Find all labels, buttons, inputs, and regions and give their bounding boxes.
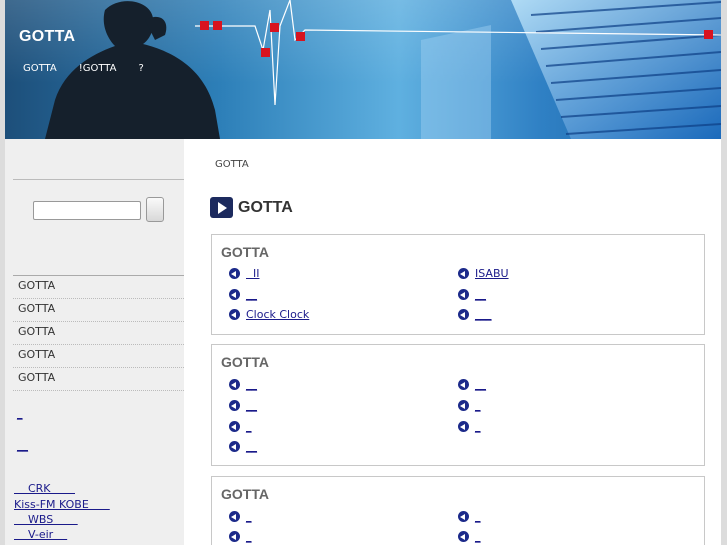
arrow-left-icon [229,421,240,432]
search-button[interactable] [146,197,164,222]
link-item[interactable]: II [229,267,259,280]
header-nav: GOTTA !GOTTA ? [23,63,144,74]
sidebar-small-link[interactable]: _ [17,407,23,420]
link-text[interactable]: __ [246,399,257,412]
page-title: GOTTA [238,198,293,216]
link-item[interactable]: __ [458,288,486,301]
link-text[interactable]: ISABU [475,267,509,280]
arrow-left-icon [229,400,240,411]
nav-item-help[interactable]: ? [138,63,143,74]
link-item[interactable]: _ [458,510,481,523]
link-text[interactable]: __ [246,378,257,391]
link-section: GOTTA II __ Clock Clock ISABU __ ___ [211,234,705,335]
arrow-left-icon [458,421,469,432]
link-item[interactable]: _ [458,420,481,433]
page-heading: GOTTA [210,197,293,218]
arrow-left-icon [229,289,240,300]
arrow-left-icon [458,379,469,390]
link-item[interactable]: ___ [458,308,492,321]
link-text[interactable]: __ [475,378,486,391]
play-icon [210,197,233,218]
link-text[interactable]: _ [246,420,252,433]
link-item[interactable]: Clock Clock [229,308,309,321]
link-item[interactable]: _ [229,420,252,433]
sidebar-small-link[interactable]: __ [17,439,28,452]
link-text[interactable]: _ [475,510,481,523]
arrow-left-icon [458,289,469,300]
arrow-left-icon [458,309,469,320]
link-item[interactable]: __ [229,440,257,453]
link-text[interactable]: _ [246,510,252,523]
sidebar-item[interactable]: GOTTA [13,345,184,368]
arrow-left-icon [229,268,240,279]
radio-link[interactable]: CRK [14,482,75,495]
breadcrumb[interactable]: GOTTA [215,159,249,170]
section-title: GOTTA [221,244,269,260]
link-text[interactable]: __ [246,440,257,453]
right-border [721,0,727,545]
site-title[interactable]: GOTTA [19,28,75,46]
nav-item-about[interactable]: !GOTTA [79,63,117,74]
arrow-left-icon [229,531,240,542]
link-section: GOTTA _ _ _ _ [211,476,705,545]
sidebar-item[interactable]: GOTTA [13,368,184,391]
arrow-left-icon [458,531,469,542]
link-item[interactable]: __ [229,378,257,391]
link-item[interactable]: __ [229,288,257,301]
link-text[interactable]: _ [475,530,481,543]
link-text[interactable]: _ [246,530,252,543]
link-item[interactable]: _ [458,399,481,412]
link-text[interactable]: _ [475,420,481,433]
main-content: GOTTA GOTTA GOTTA II __ Clock Clock ISAB… [184,139,721,545]
search-input[interactable] [33,201,141,220]
sidebar-divider [13,179,184,180]
link-section: GOTTA __ __ _ __ __ _ _ [211,344,705,466]
arrow-left-icon [229,511,240,522]
arrow-left-icon [229,379,240,390]
nav-item-home[interactable]: GOTTA [23,63,57,74]
link-item[interactable]: _ [229,530,252,543]
page-frame: GOTTA GOTTA !GOTTA ? GOTTA GOTTA GOTTA G… [0,0,727,545]
link-item[interactable]: ISABU [458,267,509,280]
link-text[interactable]: _ [475,399,481,412]
link-item[interactable]: _ [229,510,252,523]
link-text[interactable]: II [246,267,260,280]
sidebar-item[interactable]: GOTTA [13,299,184,322]
link-text[interactable]: Clock Clock [246,308,309,321]
section-title: GOTTA [221,486,269,502]
radio-link[interactable]: Kiss-FM KOBE [14,498,110,511]
sidebar: GOTTA GOTTA GOTTA GOTTA GOTTA _ __ CRK K… [5,139,184,545]
link-item[interactable]: __ [229,399,257,412]
link-text[interactable]: ___ [475,308,492,321]
radio-link[interactable]: V-eir [14,528,67,541]
link-item[interactable]: _ [458,530,481,543]
sidebar-item[interactable]: GOTTA [13,276,184,299]
link-text[interactable]: __ [475,288,486,301]
arrow-left-icon [458,268,469,279]
radio-link[interactable]: WBS [14,513,78,526]
arrow-left-icon [458,511,469,522]
arrow-left-icon [229,441,240,452]
link-text[interactable]: __ [246,288,257,301]
sidebar-menu: GOTTA GOTTA GOTTA GOTTA GOTTA [13,276,184,391]
header-banner: GOTTA GOTTA !GOTTA ? [5,0,721,139]
section-title: GOTTA [221,354,269,370]
sidebar-item[interactable]: GOTTA [13,322,184,345]
link-item[interactable]: __ [458,378,486,391]
arrow-left-icon [229,309,240,320]
arrow-left-icon [458,400,469,411]
